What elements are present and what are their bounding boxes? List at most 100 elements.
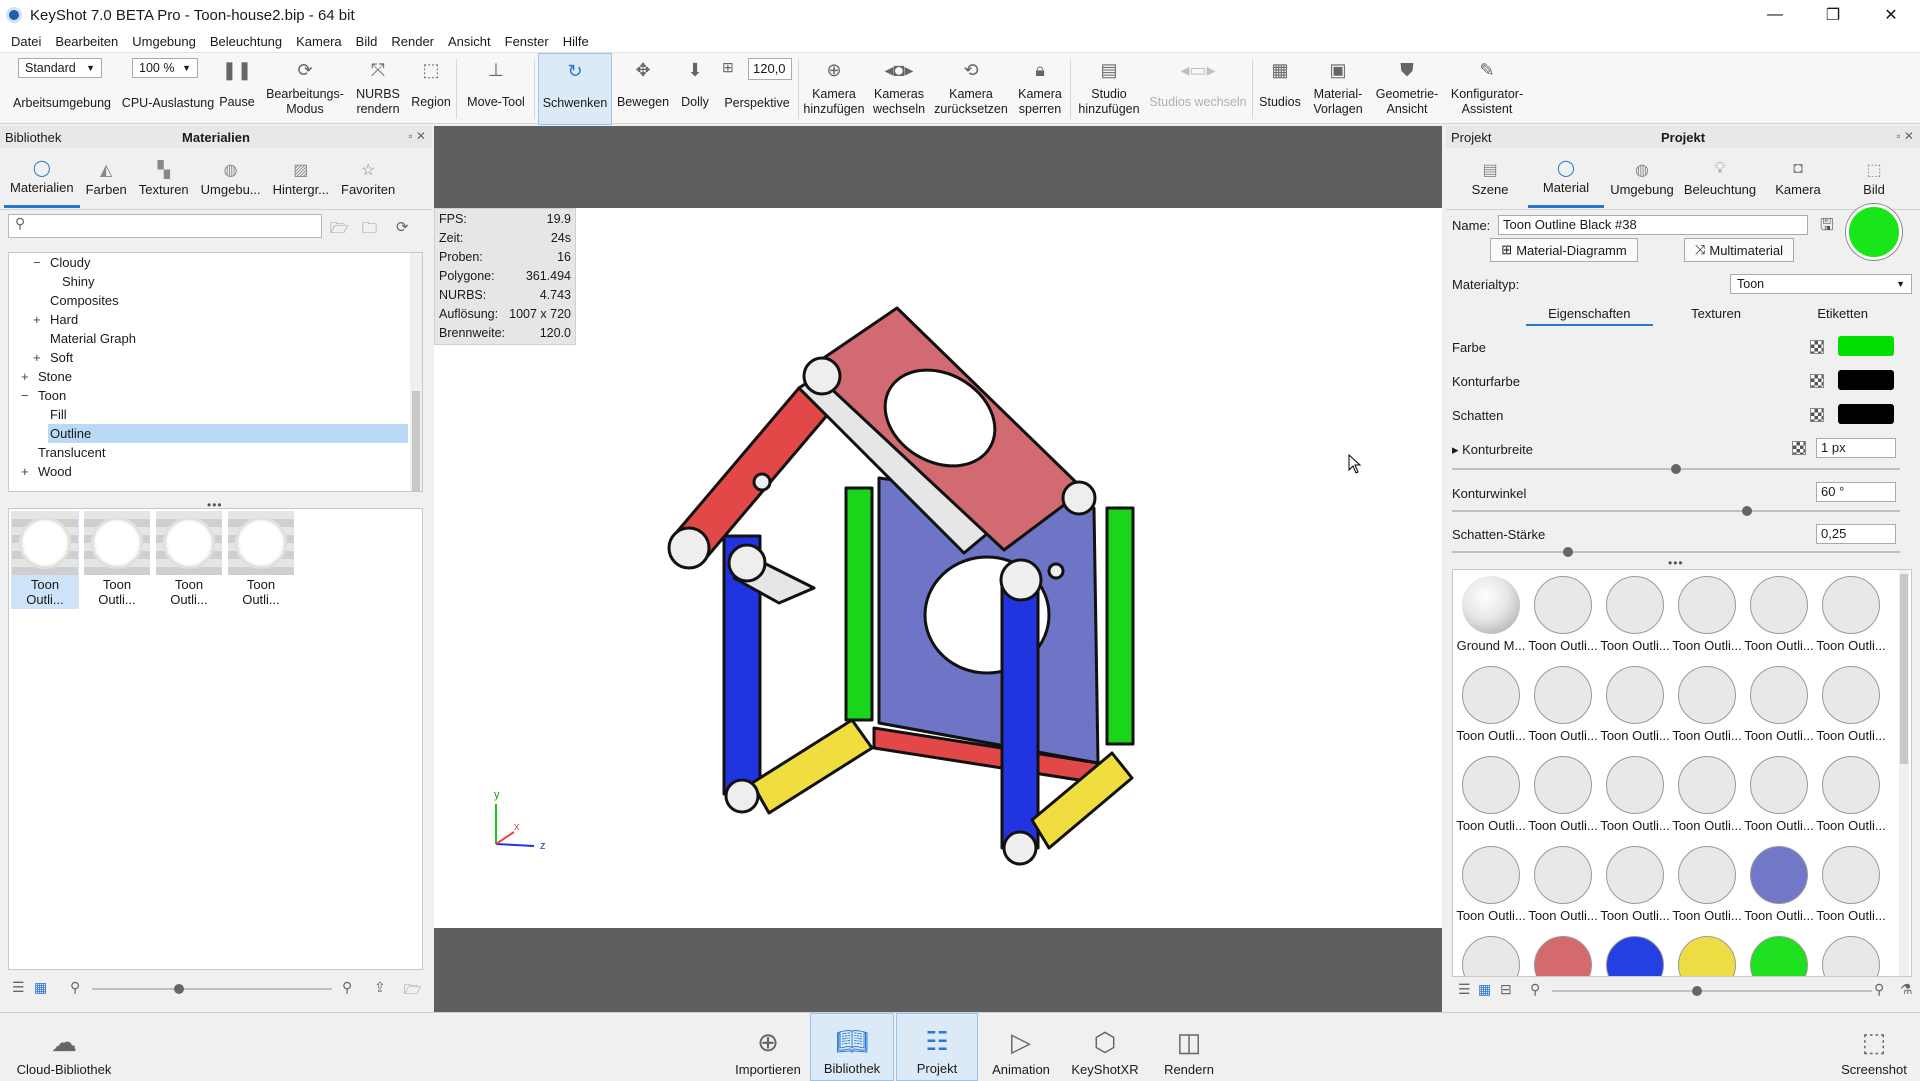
menu-umgebung[interactable]: Umgebung <box>125 34 203 49</box>
collapse-icon[interactable]: − <box>21 386 29 405</box>
tab-etiketten[interactable]: Etiketten <box>1779 304 1906 326</box>
geometrie-ansicht-button[interactable]: ⛊ Geometrie- Ansicht <box>1370 53 1444 125</box>
grid-view-icon[interactable]: ▦ <box>34 979 47 996</box>
schatten-staerke-input[interactable]: 0,25 <box>1816 524 1896 544</box>
texture-toggle-icon[interactable] <box>1810 374 1824 388</box>
expand-icon[interactable]: + <box>21 462 29 481</box>
menu-kamera[interactable]: Kamera <box>289 34 349 49</box>
kamera-zuruecksetzen-button[interactable]: ⟲ Kamera zurücksetzen <box>932 53 1010 125</box>
material-grid-item[interactable]: Toon Outli... <box>1671 756 1743 833</box>
konturfarbe-swatch[interactable] <box>1838 370 1894 390</box>
material-grid-item[interactable]: Toon Outli... <box>1743 756 1815 833</box>
slider-knob[interactable] <box>1671 464 1681 474</box>
tree-item[interactable]: + Hard <box>9 310 422 329</box>
tree-item[interactable]: Translucent <box>9 443 422 462</box>
splitter-handle[interactable]: ••• <box>1668 556 1684 570</box>
material-grid-item[interactable]: Toon Outli... <box>1527 756 1599 833</box>
material-grid-item[interactable]: Toon Outli... <box>1599 576 1671 653</box>
bewegen-button[interactable]: ✥ Bewegen <box>614 53 672 125</box>
tree-item[interactable]: + Stone <box>9 367 422 386</box>
tab-szene[interactable]: ▤ Szene <box>1452 148 1528 208</box>
material-grid-item[interactable]: Toon Outli... <box>1527 846 1599 923</box>
grid-scrollbar[interactable] <box>1899 570 1909 976</box>
tree-item[interactable]: − Cloudy <box>9 253 422 272</box>
material-grid-item[interactable]: Toon Outli... <box>1599 846 1671 923</box>
tree-item[interactable]: Shiny <box>9 272 422 291</box>
tab-bild[interactable]: ⬚ Bild <box>1836 148 1912 208</box>
studio-hinzufuegen-button[interactable]: ▤ Studio hinzufügen <box>1074 53 1144 125</box>
tab-texturen[interactable]: ▚ Texturen <box>133 148 195 208</box>
move-tool-button[interactable]: ⊥ Move-Tool <box>462 53 530 125</box>
tab-eigenschaften[interactable]: Eigenschaften <box>1526 304 1653 326</box>
expand-icon[interactable]: + <box>33 310 41 329</box>
list-view-icon[interactable]: ☰ <box>1458 981 1471 998</box>
tree-item[interactable]: Material Graph <box>9 329 422 348</box>
scroll-thumb[interactable] <box>1900 574 1908 764</box>
tree-item[interactable]: Outline <box>9 424 422 443</box>
menu-fenster[interactable]: Fenster <box>498 34 556 49</box>
menu-beleuchtung[interactable]: Beleuchtung <box>203 34 289 49</box>
collapse-icon[interactable]: − <box>33 253 41 272</box>
tree-item[interactable]: + Soft <box>9 348 422 367</box>
material-grid-item[interactable] <box>1815 936 1887 976</box>
maximize-button[interactable]: ❐ <box>1804 0 1862 30</box>
material-grid-item[interactable]: Toon Outli... <box>1815 846 1887 923</box>
thumbnail-item[interactable]: Toon Outli... <box>83 511 151 609</box>
rendern-button[interactable]: ◫ Rendern <box>1148 1013 1230 1081</box>
material-grid-item[interactable]: Toon Outli... <box>1671 846 1743 923</box>
keyshotxr-button[interactable]: ⬡ KeyShotXR <box>1064 1013 1146 1081</box>
upload-icon[interactable]: ⇪ <box>374 979 386 996</box>
studios-button[interactable]: ▦ Studios <box>1254 53 1306 125</box>
thumbnail-item[interactable]: Toon Outli... <box>11 511 79 609</box>
thumbnail-item[interactable]: Toon Outli... <box>227 511 295 609</box>
panel-controls[interactable]: ▫ ✕ <box>1896 129 1914 143</box>
schwenken-button[interactable]: ↻ Schwenken <box>538 53 612 125</box>
menu-bearbeiten[interactable]: Bearbeiten <box>48 34 125 49</box>
material-grid-item[interactable]: Toon Outli... <box>1743 846 1815 923</box>
slider-knob[interactable] <box>174 984 184 994</box>
pause-button[interactable]: ❚❚ Pause <box>216 53 258 125</box>
material-grid-item[interactable]: Toon Outli... <box>1527 576 1599 653</box>
dolly-button[interactable]: ⬇ Dolly <box>674 53 716 125</box>
tab-favoriten[interactable]: ☆ Favoriten <box>335 148 401 208</box>
thumbnail-size-slider[interactable] <box>1552 986 1872 996</box>
slider-knob[interactable] <box>1742 506 1752 516</box>
slider-knob[interactable] <box>1563 547 1573 557</box>
konfigurator-button[interactable]: ✎ Konfigurator- Assistent <box>1444 53 1530 125</box>
expand-icon[interactable]: + <box>33 348 41 367</box>
material-grid-item[interactable] <box>1743 936 1815 976</box>
texture-toggle-icon[interactable] <box>1810 408 1824 422</box>
schatten-staerke-slider[interactable] <box>1452 547 1900 557</box>
material-grid-item[interactable] <box>1671 936 1743 976</box>
materialtyp-select[interactable]: Toon ▼ <box>1730 274 1912 294</box>
schatten-swatch[interactable] <box>1838 404 1894 424</box>
importieren-button[interactable]: ⊕ Importieren <box>726 1013 810 1081</box>
material-name-input[interactable]: Toon Outline Black #38 <box>1498 215 1808 235</box>
texture-toggle-icon[interactable] <box>1810 340 1824 354</box>
kamera-sperren-button[interactable]: 🔒︎ Kamera sperren <box>1012 53 1068 125</box>
grid-view-icon[interactable]: ▦ <box>1478 981 1491 998</box>
nurbs-button[interactable]: ⤧ NURBS rendern <box>350 53 406 125</box>
close-button[interactable]: ✕ <box>1862 0 1920 30</box>
import-icon[interactable]: 🗁︎ <box>404 979 421 1003</box>
zoom-in-icon[interactable]: ⚲ <box>1874 981 1884 998</box>
material-grid-item[interactable]: Toon Outli... <box>1671 666 1743 743</box>
tree-scrollbar[interactable] <box>410 253 422 491</box>
animation-button[interactable]: ▷ Animation <box>980 1013 1062 1081</box>
tree-item[interactable]: Composites <box>9 291 422 310</box>
menu-render[interactable]: Render <box>384 34 441 49</box>
material-grid-item[interactable]: Toon Outli... <box>1599 666 1671 743</box>
farbe-swatch[interactable] <box>1838 336 1894 356</box>
projekt-button[interactable]: ☷ Projekt <box>896 1013 978 1081</box>
tab-material[interactable]: ◯ Material <box>1528 148 1604 208</box>
cloud-bibliothek-button[interactable]: ☁ Cloud-Bibliothek <box>8 1013 120 1081</box>
scroll-thumb[interactable] <box>412 391 420 491</box>
material-grid-item[interactable]: Toon Outli... <box>1815 576 1887 653</box>
save-icon[interactable]: 🖫︎ <box>1820 214 1834 241</box>
tab-beleuchtung[interactable]: 💡︎ Beleuchtung <box>1680 148 1760 208</box>
tab-materialien[interactable]: ◯ Materialien <box>4 148 80 208</box>
render-viewport[interactable]: FPS: 19.9 Zeit: 24s Proben: 16 Polygone: 361.49… <box>434 126 1442 1012</box>
tree-item[interactable]: + Wood <box>9 462 422 481</box>
zoom-out-icon[interactable]: ⚲ <box>1530 981 1540 998</box>
thumbnail-size-slider[interactable] <box>92 984 332 994</box>
